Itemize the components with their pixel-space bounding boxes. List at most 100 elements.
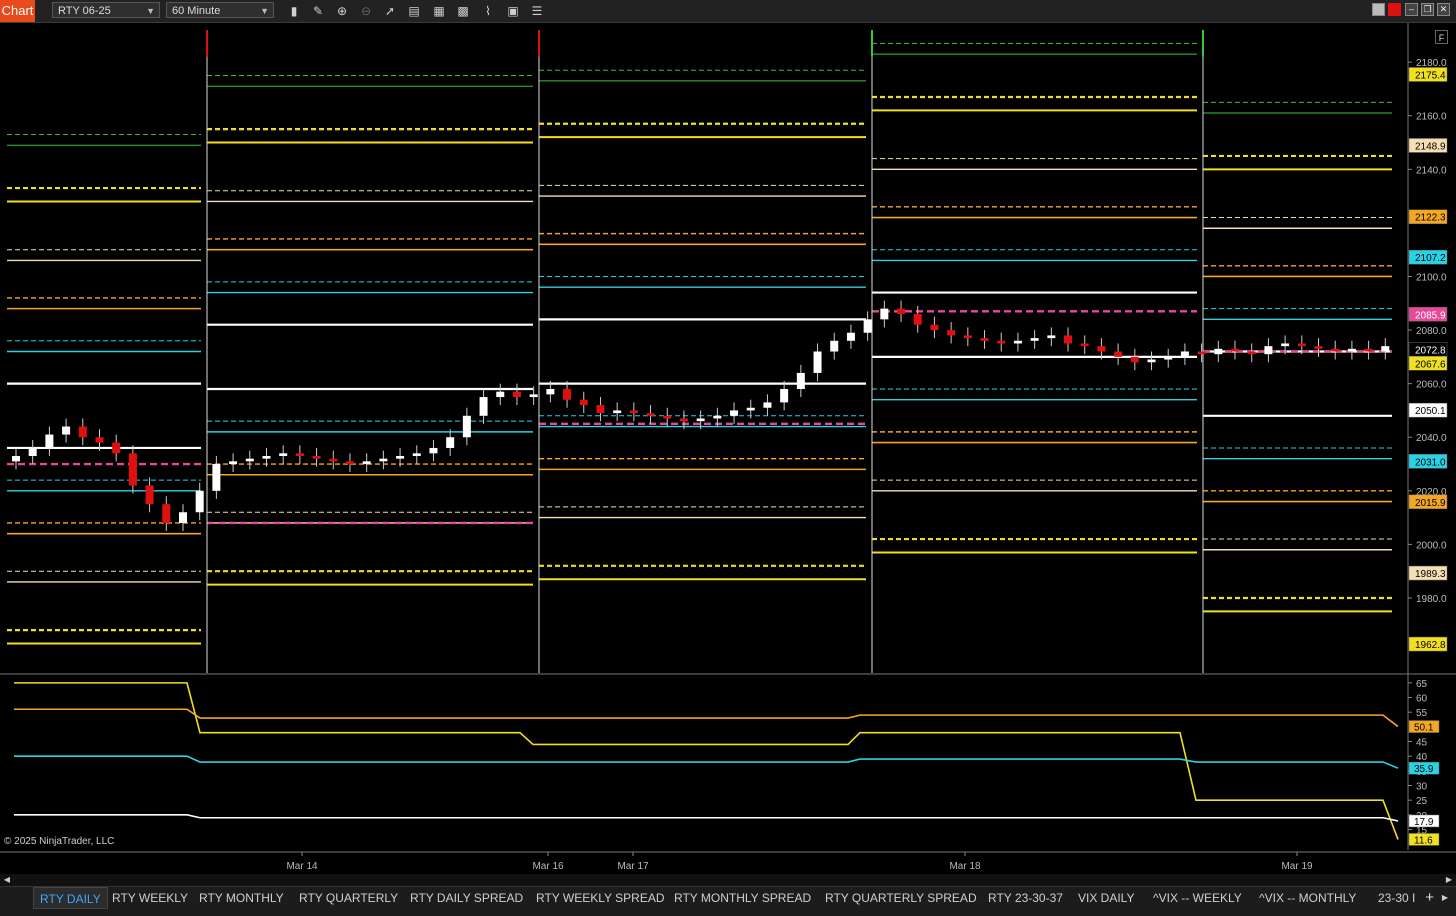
candle bbox=[462, 415, 471, 438]
candle bbox=[312, 455, 321, 459]
time-label: Mar 17 bbox=[617, 861, 649, 872]
interval-selector[interactable]: 60 Minute ▼ bbox=[166, 2, 274, 18]
price-badge-label: 1989.3 bbox=[1415, 569, 1446, 580]
candle bbox=[262, 455, 271, 459]
candle bbox=[846, 332, 855, 341]
strategy-icon[interactable]: ⌇ bbox=[480, 3, 496, 19]
candle bbox=[446, 437, 455, 448]
candle bbox=[780, 389, 789, 403]
candle bbox=[646, 413, 655, 416]
zoom-in-icon[interactable]: ⊕ bbox=[334, 3, 350, 19]
candle bbox=[629, 410, 638, 414]
price-badge-label: 2015.9 bbox=[1415, 498, 1446, 509]
price-tick-label: 2100.0 bbox=[1416, 272, 1447, 283]
tab-vix-monthly[interactable]: ^VIX -- MONTHLY bbox=[1259, 887, 1356, 909]
tab-vix-weekly[interactable]: ^VIX -- WEEKLY bbox=[1153, 887, 1242, 909]
candle bbox=[596, 405, 605, 414]
price-badge-label: 1962.8 bbox=[1415, 640, 1446, 651]
candle bbox=[345, 461, 354, 465]
candle bbox=[1381, 346, 1390, 352]
candle bbox=[429, 447, 438, 454]
tab-rty-daily[interactable]: RTY DAILY bbox=[33, 887, 108, 909]
price-badge-label: 2175.4 bbox=[1415, 70, 1446, 81]
tab-rty-quarterly-spread[interactable]: RTY QUARTERLY SPREAD bbox=[825, 887, 977, 909]
indicator-tick-label: 30 bbox=[1416, 781, 1428, 792]
list-icon[interactable]: ☰ bbox=[529, 3, 545, 19]
candle bbox=[62, 426, 71, 435]
properties-icon[interactable]: ▦ bbox=[431, 3, 447, 19]
scroll-right-icon[interactable]: ▶ bbox=[1444, 875, 1454, 885]
candle bbox=[512, 391, 521, 398]
tab-rty-daily-spread[interactable]: RTY DAILY SPREAD bbox=[410, 887, 523, 909]
chevron-down-icon: ▼ bbox=[146, 6, 155, 16]
data-box-icon[interactable]: ▤ bbox=[406, 3, 422, 19]
price-tick-label: 2140.0 bbox=[1416, 165, 1447, 176]
candle bbox=[1130, 356, 1139, 363]
candle bbox=[128, 453, 137, 486]
indicator-icon[interactable]: ▣ bbox=[505, 3, 521, 19]
tab-rty-quarterly[interactable]: RTY QUARTERLY bbox=[299, 887, 398, 909]
tabs-scroll-right-icon[interactable]: ▶ bbox=[1440, 893, 1450, 903]
indicator-badge-label: 35.9 bbox=[1414, 764, 1434, 775]
candle bbox=[1064, 335, 1073, 344]
close-icon[interactable]: ✕ bbox=[1437, 3, 1450, 16]
chart-tab[interactable]: Chart bbox=[0, 0, 35, 22]
tab-23-30-i[interactable]: 23-30 I bbox=[1378, 887, 1415, 909]
candle bbox=[1013, 340, 1022, 344]
templates-icon[interactable]: ▩ bbox=[455, 3, 471, 19]
candle bbox=[1297, 343, 1306, 347]
tab-rty-monthly-spread[interactable]: RTY MONTHLY SPREAD bbox=[674, 887, 811, 909]
candle bbox=[1180, 351, 1189, 357]
price-tick-label: 2080.0 bbox=[1416, 326, 1447, 337]
bar-type-icon[interactable]: ▮ bbox=[286, 3, 302, 19]
tab-rty-weekly-spread[interactable]: RTY WEEKLY SPREAD bbox=[536, 887, 665, 909]
instrument-selector[interactable]: RTY 06-25 ▼ bbox=[52, 2, 160, 18]
link-color-icon[interactable] bbox=[1388, 3, 1401, 16]
scroll-left-icon[interactable]: ◀ bbox=[2, 875, 12, 885]
horizontal-scrollbar[interactable]: ◀ ▶ bbox=[0, 874, 1456, 886]
pointer-icon[interactable]: ➚ bbox=[382, 3, 398, 19]
candle bbox=[162, 504, 171, 523]
candle bbox=[329, 458, 338, 462]
tab-rty-monthly[interactable]: RTY MONTHLY bbox=[199, 887, 284, 909]
candle bbox=[813, 351, 822, 373]
price-tick-label: 1980.0 bbox=[1416, 594, 1447, 605]
candle bbox=[579, 399, 588, 406]
candle bbox=[1331, 348, 1340, 352]
price-chart[interactable]: 2180.02160.02140.02100.02080.02060.02040… bbox=[0, 23, 1456, 874]
candle bbox=[112, 442, 121, 454]
price-badge-label: 2085.9 bbox=[1415, 310, 1446, 321]
candle bbox=[997, 340, 1006, 344]
indicator-tick-label: 55 bbox=[1416, 708, 1428, 719]
candle bbox=[279, 453, 288, 456]
bottom-tab-bar: + ▶ RTY DAILY RTY WEEKLY RTY MONTHLY RTY QU… bbox=[0, 886, 1456, 916]
candle bbox=[1264, 346, 1273, 355]
minimize-icon[interactable]: – bbox=[1405, 3, 1418, 16]
add-tab-icon[interactable]: + bbox=[1425, 887, 1434, 909]
candle bbox=[897, 308, 906, 314]
candle bbox=[1364, 348, 1373, 352]
maximize-icon[interactable]: ❐ bbox=[1421, 3, 1434, 16]
candle bbox=[763, 402, 772, 408]
instrument-value: RTY 06-25 bbox=[58, 5, 111, 17]
candle bbox=[529, 394, 538, 398]
candle bbox=[1114, 351, 1123, 357]
indicator-tick-label: 40 bbox=[1416, 752, 1428, 763]
candle bbox=[613, 410, 622, 414]
candle bbox=[412, 453, 421, 456]
tab-rty-23-30-37[interactable]: RTY 23-30-37 bbox=[988, 887, 1063, 909]
window-option-icon[interactable] bbox=[1372, 3, 1385, 16]
candle bbox=[496, 391, 505, 398]
tab-vix-daily[interactable]: VIX DAILY bbox=[1078, 887, 1134, 909]
tab-rty-weekly[interactable]: RTY WEEKLY bbox=[112, 887, 188, 909]
price-badge-label: 2122.3 bbox=[1415, 213, 1446, 224]
price-tick-label: 2000.0 bbox=[1416, 540, 1447, 551]
candle bbox=[145, 485, 154, 505]
candle bbox=[546, 389, 555, 395]
candle bbox=[362, 461, 371, 465]
candle bbox=[45, 434, 54, 448]
drawing-tool-icon[interactable]: ✎ bbox=[310, 3, 326, 19]
time-label: Mar 16 bbox=[532, 861, 564, 872]
panel-label[interactable]: F bbox=[1435, 30, 1448, 44]
zoom-out-icon[interactable]: ⊖ bbox=[358, 3, 374, 19]
